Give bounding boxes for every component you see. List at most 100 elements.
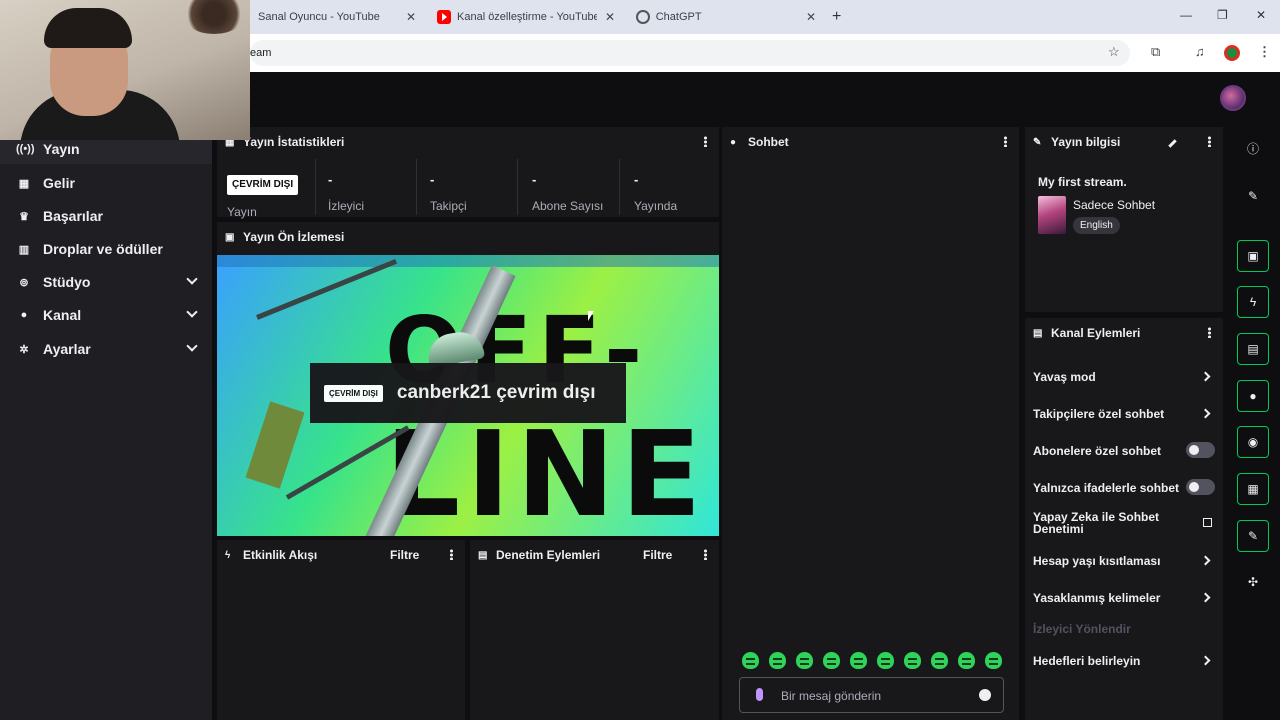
lightning-icon[interactable]: ϟ — [1237, 286, 1269, 318]
media-control-icon[interactable]: ♫ — [1195, 44, 1205, 59]
close-icon[interactable]: ✕ — [406, 10, 416, 24]
bookmark-star-icon[interactable]: ☆ — [1108, 44, 1120, 60]
right-tool-rail — [1228, 124, 1280, 720]
language-tag[interactable]: English — [1073, 217, 1120, 234]
stream-stats-panel: ▦ Yayın İstatistikleri ÇEVRİM DIŞI Yayın… — [217, 127, 719, 219]
browser-tab-channel-customization[interactable]: Kanal özelleştirme - YouTube St ✕ — [437, 4, 617, 30]
stat-value: - — [328, 172, 333, 187]
stream-preview-toggle-icon[interactable]: ▣ — [1237, 240, 1269, 272]
action-ai-moderation[interactable]: Yapay Zeka ile Sohbet Denetimi — [1033, 511, 1183, 535]
emote-icon[interactable] — [742, 652, 759, 669]
nav-item-kanal[interactable]: ● Kanal — [0, 300, 212, 330]
external-link-icon[interactable] — [1203, 518, 1212, 527]
more-options-icon[interactable] — [1208, 327, 1211, 338]
action-slow-mode[interactable]: Yavaş mod — [1033, 370, 1096, 384]
emote-icon[interactable] — [850, 652, 867, 669]
action-raid-viewers: İzleyici Yönlendir — [1033, 622, 1131, 636]
stat-label: Yayında — [634, 199, 678, 213]
browser-profile-icon[interactable] — [1224, 45, 1240, 61]
filter-button[interactable]: Filtre — [643, 548, 672, 562]
url-field[interactable]: eam — [250, 40, 1130, 66]
edit-pencil-icon[interactable]: ✎ — [1237, 180, 1269, 212]
more-options-icon[interactable] — [450, 549, 453, 560]
nav-item-label: Droplar ve ödüller — [43, 241, 163, 257]
info-icon[interactable]: ⓘ — [1237, 132, 1269, 164]
status-badge: ÇEVRİM DIŞI — [324, 384, 383, 402]
edit-pencil-icon[interactable] — [1168, 139, 1177, 148]
add-widget-icon[interactable]: ✣ — [1237, 566, 1269, 598]
divider — [416, 159, 417, 215]
lightning-icon: ϟ — [225, 549, 231, 561]
more-options-icon[interactable] — [704, 136, 707, 147]
emote-icon[interactable] — [904, 652, 921, 669]
emote-icon[interactable] — [958, 652, 975, 669]
action-followers-only[interactable]: Takipçilere özel sohbet — [1033, 407, 1164, 421]
stat-value: - — [532, 172, 537, 187]
browser-tab-youtube[interactable]: Sanal Oyuncu - YouTube ✕ — [258, 4, 428, 30]
wrench-icon[interactable]: ✎ — [1237, 520, 1269, 552]
chat-message-input[interactable]: Bir mesaj gönderin — [739, 677, 1004, 713]
new-tab-icon[interactable]: + — [832, 8, 841, 26]
maximize-icon[interactable]: ❐ — [1217, 8, 1228, 22]
broadcast-icon: ((•)) — [16, 143, 35, 155]
action-set-goals[interactable]: Hedefleri belirleyin — [1033, 654, 1140, 668]
panel-title-text: Sohbet — [748, 135, 789, 149]
offline-caption-card: ÇEVRİM DIŞI canberk21 çevrim dışı — [310, 363, 626, 423]
emoji-icon[interactable] — [979, 689, 991, 701]
nav-item-label: Stüdyo — [43, 274, 91, 290]
more-options-icon[interactable] — [704, 549, 707, 560]
document-icon[interactable]: ▤ — [1237, 333, 1269, 365]
revenue-icon: ▦ — [18, 177, 30, 190]
action-subscribers-only[interactable]: Abonelere özel sohbet — [1033, 444, 1161, 458]
more-options-icon[interactable] — [1208, 136, 1211, 147]
broadcast-icon[interactable]: ◉ — [1237, 426, 1269, 458]
status-badge: ÇEVRİM DIŞI — [227, 175, 299, 195]
divider — [517, 159, 518, 215]
chat-panel: ● Sohbet — [722, 127, 1019, 720]
microphone-icon[interactable] — [756, 688, 763, 701]
panel-title: ✎ Yayın bilgisi — [1033, 135, 1120, 149]
nav-item-studyo[interactable]: ⊚ Stüdyo — [0, 267, 212, 297]
layout-icon[interactable]: ▦ — [1237, 473, 1269, 505]
tab-title: ChatGPT — [655, 11, 702, 23]
emote-icon[interactable] — [985, 652, 1002, 669]
panel-title-text: Kanal Eylemleri — [1051, 326, 1141, 340]
panel-title: ▣ Yayın Ön İzlemesi — [225, 230, 344, 244]
actions-icon: ▤ — [1033, 327, 1043, 339]
minimize-icon[interactable]: — — [1180, 8, 1192, 22]
dashboard-header — [250, 72, 1280, 124]
nav-item-ayarlar[interactable]: ✲ Ayarlar — [0, 334, 212, 364]
subscribers-only-toggle[interactable] — [1186, 442, 1215, 458]
close-window-icon[interactable]: ✕ — [1256, 8, 1266, 22]
filter-button[interactable]: Filtre — [390, 548, 419, 562]
emote-icon[interactable] — [877, 652, 894, 669]
browser-tab-chatgpt[interactable]: ChatGPT ✕ — [636, 4, 816, 30]
stream-category[interactable]: Sadece Sohbet — [1073, 198, 1155, 212]
emote-icon[interactable] — [769, 652, 786, 669]
mouse-cursor — [588, 311, 598, 321]
nav-item-basarilar[interactable]: ♛ Başarılar — [0, 201, 212, 231]
action-account-age[interactable]: Hesap yaşı kısıtlaması — [1033, 554, 1160, 568]
stat-value: - — [430, 172, 435, 187]
nav-item-gelir[interactable]: ▦ Gelir — [0, 168, 212, 198]
person-icon: ● — [20, 309, 28, 321]
action-banned-words[interactable]: Yasaklanmış kelimeler — [1033, 591, 1160, 605]
stream-title: My first stream. — [1038, 175, 1127, 189]
close-icon[interactable]: ✕ — [806, 10, 816, 24]
emote-icon[interactable] — [823, 652, 840, 669]
more-options-icon[interactable] — [1004, 136, 1007, 147]
emote-only-toggle[interactable] — [1186, 479, 1215, 495]
nav-item-label: Kanal — [43, 307, 82, 323]
nav-item-droplar[interactable]: ▥ Droplar ve ödüller — [0, 234, 212, 264]
emote-icon[interactable] — [796, 652, 813, 669]
close-icon[interactable]: ✕ — [605, 10, 615, 24]
extensions-icon[interactable]: ⧉ — [1151, 44, 1160, 60]
studio-icon: ⊚ — [19, 276, 29, 289]
panel-title: ▤ Kanal Eylemleri — [1033, 326, 1140, 340]
action-emote-only[interactable]: Yalnızca ifadelerle sohbet — [1033, 481, 1179, 495]
wrench-icon: ✎ — [1033, 136, 1042, 148]
user-avatar[interactable] — [1220, 85, 1246, 111]
chat-bubble-icon[interactable]: ● — [1237, 380, 1269, 412]
browser-menu-icon[interactable]: ⋮ — [1258, 44, 1271, 60]
emote-icon[interactable] — [931, 652, 948, 669]
